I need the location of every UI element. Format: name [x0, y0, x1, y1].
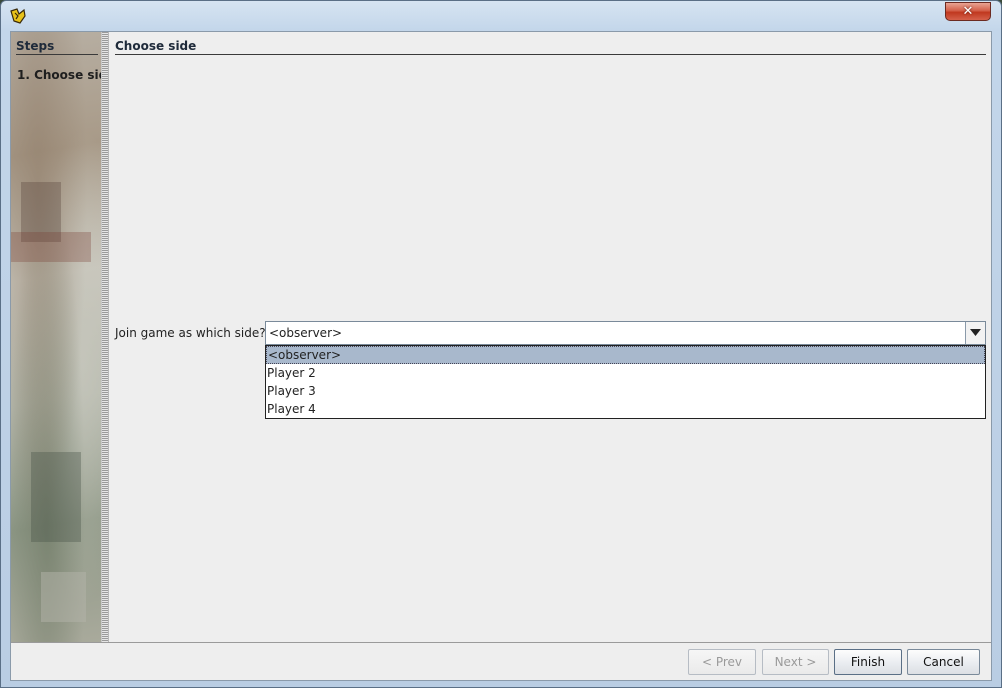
side-select[interactable]: <observer> — [265, 321, 986, 345]
background-art — [31, 452, 81, 542]
dialog-window: ✕ Steps 1. Choose side Choose side Join … — [0, 0, 1002, 688]
side-select-toggle[interactable] — [965, 322, 985, 344]
side-select-value: <observer> — [269, 326, 343, 340]
side-option-player-3[interactable]: Player 3 — [266, 382, 985, 400]
button-bar: < Prev Next > Finish Cancel — [11, 642, 991, 680]
close-button[interactable]: ✕ — [945, 2, 991, 21]
prev-button[interactable]: < Prev — [688, 649, 756, 675]
main-panel: Choose side Join game as which side? <ob… — [109, 32, 993, 642]
side-options-list: <observer> Player 2 Player 3 Player 4 — [265, 345, 986, 419]
side-option-player-2[interactable]: Player 2 — [266, 364, 985, 382]
finish-button[interactable]: Finish — [834, 649, 902, 675]
step-item-choose-side: 1. Choose side — [17, 68, 101, 82]
wizard-client-area: Steps 1. Choose side Choose side Join ga… — [10, 31, 992, 681]
next-button[interactable]: Next > — [762, 649, 829, 675]
cancel-button[interactable]: Cancel — [907, 649, 980, 675]
side-option-observer[interactable]: <observer> — [266, 346, 985, 364]
close-icon: ✕ — [962, 4, 974, 19]
background-art — [11, 232, 91, 262]
steps-panel: Steps 1. Choose side — [11, 32, 101, 642]
join-side-label: Join game as which side? — [115, 326, 266, 340]
chevron-down-icon — [970, 329, 981, 336]
app-logo-icon — [9, 7, 27, 25]
section-title: Choose side — [115, 39, 986, 55]
background-art — [41, 572, 86, 622]
side-option-player-4[interactable]: Player 4 — [266, 400, 985, 418]
steps-title: Steps — [16, 39, 98, 55]
title-bar[interactable]: ✕ — [1, 1, 1001, 30]
splitter[interactable] — [101, 32, 109, 642]
